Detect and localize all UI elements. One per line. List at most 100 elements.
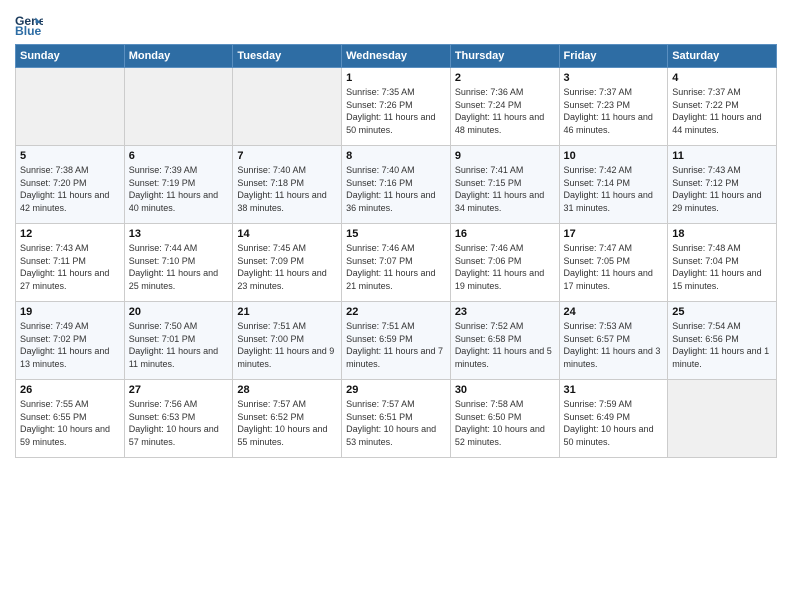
day-cell-1-2: 7 Sunrise: 7:40 AM Sunset: 7:18 PM Daylig… bbox=[233, 146, 342, 224]
day-number: 5 bbox=[20, 150, 120, 162]
day-info: Sunrise: 7:57 AM Sunset: 6:52 PM Dayligh… bbox=[237, 398, 337, 448]
week-row-0: 1 Sunrise: 7:35 AM Sunset: 7:26 PM Daylig… bbox=[16, 68, 777, 146]
day-info: Sunrise: 7:56 AM Sunset: 6:53 PM Dayligh… bbox=[129, 398, 229, 448]
day-info: Sunrise: 7:43 AM Sunset: 7:11 PM Dayligh… bbox=[20, 242, 120, 292]
day-info: Sunrise: 7:37 AM Sunset: 7:22 PM Dayligh… bbox=[672, 86, 772, 136]
day-info: Sunrise: 7:40 AM Sunset: 7:18 PM Dayligh… bbox=[237, 164, 337, 214]
day-cell-3-5: 24 Sunrise: 7:53 AM Sunset: 6:57 PM Dayli… bbox=[559, 302, 668, 380]
day-info: Sunrise: 7:58 AM Sunset: 6:50 PM Dayligh… bbox=[455, 398, 555, 448]
day-info: Sunrise: 7:49 AM Sunset: 7:02 PM Dayligh… bbox=[20, 320, 120, 370]
day-info: Sunrise: 7:53 AM Sunset: 6:57 PM Dayligh… bbox=[564, 320, 664, 370]
day-number: 22 bbox=[346, 306, 446, 318]
day-number: 12 bbox=[20, 228, 120, 240]
day-cell-2-0: 12 Sunrise: 7:43 AM Sunset: 7:11 PM Dayli… bbox=[16, 224, 125, 302]
day-number: 30 bbox=[455, 384, 555, 396]
day-cell-4-6 bbox=[668, 380, 777, 458]
day-cell-1-3: 8 Sunrise: 7:40 AM Sunset: 7:16 PM Daylig… bbox=[342, 146, 451, 224]
day-number: 11 bbox=[672, 150, 772, 162]
day-number: 8 bbox=[346, 150, 446, 162]
logo-icon: General Blue bbox=[15, 10, 43, 38]
day-cell-3-2: 21Sunrise: 7:51 AM Sunset: 7:00 PM Dayli… bbox=[233, 302, 342, 380]
day-cell-2-3: 15Sunrise: 7:46 AM Sunset: 7:07 PM Dayli… bbox=[342, 224, 451, 302]
week-row-2: 12 Sunrise: 7:43 AM Sunset: 7:11 PM Dayli… bbox=[16, 224, 777, 302]
day-number: 18 bbox=[672, 228, 772, 240]
week-row-4: 26 Sunrise: 7:55 AM Sunset: 6:55 PM Dayli… bbox=[16, 380, 777, 458]
day-info: Sunrise: 7:54 AM Sunset: 6:56 PM Dayligh… bbox=[672, 320, 772, 370]
day-cell-4-5: 31Sunrise: 7:59 AM Sunset: 6:49 PM Dayli… bbox=[559, 380, 668, 458]
logo: General Blue bbox=[15, 10, 47, 38]
day-cell-1-5: 10Sunrise: 7:42 AM Sunset: 7:14 PM Dayli… bbox=[559, 146, 668, 224]
day-cell-1-0: 5 Sunrise: 7:38 AM Sunset: 7:20 PM Daylig… bbox=[16, 146, 125, 224]
day-cell-4-3: 29 Sunrise: 7:57 AM Sunset: 6:51 PM Dayli… bbox=[342, 380, 451, 458]
day-cell-4-2: 28 Sunrise: 7:57 AM Sunset: 6:52 PM Dayli… bbox=[233, 380, 342, 458]
day-number: 9 bbox=[455, 150, 555, 162]
day-number: 20 bbox=[129, 306, 229, 318]
day-cell-3-4: 23Sunrise: 7:52 AM Sunset: 6:58 PM Dayli… bbox=[450, 302, 559, 380]
day-cell-2-1: 13 Sunrise: 7:44 AM Sunset: 7:10 PM Dayli… bbox=[124, 224, 233, 302]
day-header-wednesday: Wednesday bbox=[342, 45, 451, 68]
day-cell-2-2: 14 Sunrise: 7:45 AM Sunset: 7:09 PM Dayli… bbox=[233, 224, 342, 302]
day-cell-3-6: 25 Sunrise: 7:54 AM Sunset: 6:56 PM Dayli… bbox=[668, 302, 777, 380]
day-number: 2 bbox=[455, 72, 555, 84]
main-container: General Blue SundayMondayTuesdayWednesda… bbox=[0, 0, 792, 468]
header: General Blue bbox=[15, 10, 777, 38]
svg-text:Blue: Blue bbox=[15, 24, 42, 38]
day-info: Sunrise: 7:47 AM Sunset: 7:05 PM Dayligh… bbox=[564, 242, 664, 292]
day-info: Sunrise: 7:37 AM Sunset: 7:23 PM Dayligh… bbox=[564, 86, 664, 136]
day-number: 24 bbox=[564, 306, 664, 318]
day-cell-1-6: 11 Sunrise: 7:43 AM Sunset: 7:12 PM Dayli… bbox=[668, 146, 777, 224]
day-number: 25 bbox=[672, 306, 772, 318]
day-info: Sunrise: 7:51 AM Sunset: 6:59 PM Dayligh… bbox=[346, 320, 446, 370]
day-info: Sunrise: 7:36 AM Sunset: 7:24 PM Dayligh… bbox=[455, 86, 555, 136]
day-cell-1-1: 6Sunrise: 7:39 AM Sunset: 7:19 PM Daylig… bbox=[124, 146, 233, 224]
day-cell-0-2 bbox=[233, 68, 342, 146]
week-row-3: 19 Sunrise: 7:49 AM Sunset: 7:02 PM Dayli… bbox=[16, 302, 777, 380]
day-cell-1-4: 9Sunrise: 7:41 AM Sunset: 7:15 PM Daylig… bbox=[450, 146, 559, 224]
day-number: 26 bbox=[20, 384, 120, 396]
day-info: Sunrise: 7:48 AM Sunset: 7:04 PM Dayligh… bbox=[672, 242, 772, 292]
day-header-tuesday: Tuesday bbox=[233, 45, 342, 68]
day-info: Sunrise: 7:42 AM Sunset: 7:14 PM Dayligh… bbox=[564, 164, 664, 214]
day-cell-0-0 bbox=[16, 68, 125, 146]
day-header-friday: Friday bbox=[559, 45, 668, 68]
day-info: Sunrise: 7:44 AM Sunset: 7:10 PM Dayligh… bbox=[129, 242, 229, 292]
day-number: 4 bbox=[672, 72, 772, 84]
day-info: Sunrise: 7:40 AM Sunset: 7:16 PM Dayligh… bbox=[346, 164, 446, 214]
day-number: 19 bbox=[20, 306, 120, 318]
header-row: SundayMondayTuesdayWednesdayThursdayFrid… bbox=[16, 45, 777, 68]
day-header-thursday: Thursday bbox=[450, 45, 559, 68]
day-number: 27 bbox=[129, 384, 229, 396]
week-row-1: 5 Sunrise: 7:38 AM Sunset: 7:20 PM Daylig… bbox=[16, 146, 777, 224]
day-number: 13 bbox=[129, 228, 229, 240]
day-header-saturday: Saturday bbox=[668, 45, 777, 68]
day-info: Sunrise: 7:35 AM Sunset: 7:26 PM Dayligh… bbox=[346, 86, 446, 136]
day-cell-4-1: 27 Sunrise: 7:56 AM Sunset: 6:53 PM Dayli… bbox=[124, 380, 233, 458]
day-info: Sunrise: 7:51 AM Sunset: 7:00 PM Dayligh… bbox=[237, 320, 337, 370]
day-number: 29 bbox=[346, 384, 446, 396]
day-header-monday: Monday bbox=[124, 45, 233, 68]
day-cell-4-0: 26 Sunrise: 7:55 AM Sunset: 6:55 PM Dayli… bbox=[16, 380, 125, 458]
day-cell-3-3: 22 Sunrise: 7:51 AM Sunset: 6:59 PM Dayli… bbox=[342, 302, 451, 380]
day-number: 23 bbox=[455, 306, 555, 318]
day-info: Sunrise: 7:45 AM Sunset: 7:09 PM Dayligh… bbox=[237, 242, 337, 292]
day-cell-0-1 bbox=[124, 68, 233, 146]
calendar-table: SundayMondayTuesdayWednesdayThursdayFrid… bbox=[15, 44, 777, 458]
day-number: 28 bbox=[237, 384, 337, 396]
day-number: 1 bbox=[346, 72, 446, 84]
day-info: Sunrise: 7:55 AM Sunset: 6:55 PM Dayligh… bbox=[20, 398, 120, 448]
day-cell-0-4: 2 Sunrise: 7:36 AM Sunset: 7:24 PM Daylig… bbox=[450, 68, 559, 146]
day-info: Sunrise: 7:46 AM Sunset: 7:07 PM Dayligh… bbox=[346, 242, 446, 292]
day-number: 7 bbox=[237, 150, 337, 162]
day-info: Sunrise: 7:43 AM Sunset: 7:12 PM Dayligh… bbox=[672, 164, 772, 214]
day-cell-2-6: 18 Sunrise: 7:48 AM Sunset: 7:04 PM Dayli… bbox=[668, 224, 777, 302]
day-cell-3-1: 20 Sunrise: 7:50 AM Sunset: 7:01 PM Dayli… bbox=[124, 302, 233, 380]
day-cell-2-4: 16Sunrise: 7:46 AM Sunset: 7:06 PM Dayli… bbox=[450, 224, 559, 302]
day-number: 14 bbox=[237, 228, 337, 240]
day-number: 17 bbox=[564, 228, 664, 240]
day-info: Sunrise: 7:38 AM Sunset: 7:20 PM Dayligh… bbox=[20, 164, 120, 214]
day-info: Sunrise: 7:46 AM Sunset: 7:06 PM Dayligh… bbox=[455, 242, 555, 292]
day-number: 6 bbox=[129, 150, 229, 162]
day-info: Sunrise: 7:57 AM Sunset: 6:51 PM Dayligh… bbox=[346, 398, 446, 448]
day-cell-4-4: 30 Sunrise: 7:58 AM Sunset: 6:50 PM Dayli… bbox=[450, 380, 559, 458]
day-info: Sunrise: 7:50 AM Sunset: 7:01 PM Dayligh… bbox=[129, 320, 229, 370]
